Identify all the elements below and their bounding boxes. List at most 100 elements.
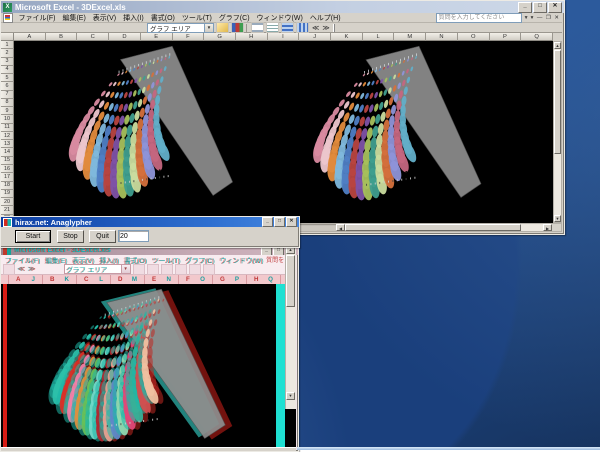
chart-objects-combo[interactable]: グラフ エリア ▼: [147, 23, 214, 33]
combo-dropdown-icon[interactable]: ▼: [121, 265, 130, 273]
vertical-scroll-thumb[interactable]: [286, 255, 295, 307]
by-column-icon[interactable]: [203, 264, 215, 275]
row-header-15[interactable]: 15: [1, 157, 14, 165]
workbook-window-buttons[interactable]: ▾ — ❐ ✕: [531, 15, 560, 21]
by-row-icon[interactable]: [189, 264, 201, 275]
format-selection-icon[interactable]: [133, 264, 145, 275]
column-header-pair[interactable]: FO: [179, 275, 213, 284]
column-header-C[interactable]: C: [77, 33, 109, 41]
column-header-pair[interactable]: EN: [145, 275, 179, 284]
minimize-button[interactable]: _: [518, 2, 532, 13]
row-header-16[interactable]: 16: [1, 165, 14, 173]
start-button[interactable]: Start: [15, 230, 51, 243]
vertical-scrollbar[interactable]: ▲ ▼: [285, 246, 296, 409]
format-selection-icon[interactable]: [216, 22, 229, 33]
column-header-O[interactable]: O: [458, 33, 490, 41]
row-header-8[interactable]: 8: [1, 99, 14, 107]
column-header-E[interactable]: E: [141, 33, 173, 41]
select-all-corner[interactable]: [1, 33, 14, 41]
row-header-21[interactable]: 21: [1, 206, 14, 214]
column-header-D[interactable]: D: [109, 33, 141, 41]
row-header-10[interactable]: 10: [1, 115, 14, 123]
scroll-right-icon[interactable]: ▶: [543, 224, 552, 231]
toolbar-grip[interactable]: [333, 24, 336, 32]
question-dropdown-icon[interactable]: ▼: [524, 15, 529, 21]
sheet-grid[interactable]: [14, 41, 553, 223]
close-button[interactable]: ✕: [548, 2, 562, 13]
column-header-M[interactable]: M: [394, 33, 426, 41]
by-column-icon[interactable]: [296, 22, 309, 33]
column-header-pair[interactable]: CL: [77, 275, 111, 284]
row-header-7[interactable]: 7: [1, 91, 14, 99]
column-header-F[interactable]: F: [173, 33, 205, 41]
vertical-scrollbar[interactable]: ▲ ▼: [553, 41, 562, 223]
by-row-icon[interactable]: [281, 22, 294, 33]
column-header-G[interactable]: G: [204, 33, 236, 41]
maximize-button[interactable]: □: [533, 2, 547, 13]
menu-item[interactable]: 挿入(I): [97, 255, 122, 265]
horizontal-scroll-track[interactable]: [521, 224, 543, 231]
menu-item[interactable]: 編集(E): [59, 13, 89, 23]
menu-item[interactable]: 挿入(I): [120, 13, 148, 23]
row-header-5[interactable]: 5: [1, 74, 14, 82]
column-header-L[interactable]: L: [363, 33, 395, 41]
row-header-6[interactable]: 6: [1, 82, 14, 90]
menu-item[interactable]: ヘルプ(H): [306, 13, 344, 23]
chart-type-icon[interactable]: [231, 22, 244, 33]
column-header-J[interactable]: J: [299, 33, 331, 41]
column-header-pair[interactable]: AJ: [9, 275, 43, 284]
row-header-12[interactable]: 12: [1, 132, 14, 140]
row-header-1[interactable]: 1: [1, 41, 14, 49]
angle-up-text-icon[interactable]: ≫: [322, 24, 329, 32]
row-header-20[interactable]: 20: [1, 198, 14, 206]
row-header-17[interactable]: 17: [1, 173, 14, 181]
row-header-13[interactable]: 13: [1, 140, 14, 148]
stereo-chart-left[interactable]: [62, 43, 257, 201]
select-all-corner[interactable]: [1, 275, 9, 284]
angle-down-text-icon[interactable]: ≪: [312, 24, 319, 32]
row-header-11[interactable]: 11: [1, 124, 14, 132]
question-box[interactable]: 質問を入力してください: [266, 255, 284, 264]
close-button[interactable]: ✕: [286, 217, 297, 227]
frames-input[interactable]: [118, 230, 149, 242]
menu-item[interactable]: 表示(V): [70, 255, 97, 265]
column-header-pair[interactable]: HQ: [247, 275, 281, 284]
row-header-14[interactable]: 14: [1, 148, 14, 156]
vertical-scroll-thumb[interactable]: [554, 50, 561, 154]
row-header-19[interactable]: 19: [1, 190, 14, 198]
chart-type-icon[interactable]: [147, 264, 159, 275]
maximize-button[interactable]: □: [274, 217, 285, 227]
menu-item[interactable]: ファイル(F): [15, 13, 59, 23]
menu-item[interactable]: ウィンドウ(W): [217, 255, 266, 265]
menu-item[interactable]: グラフ(C): [215, 13, 253, 23]
column-header-Q[interactable]: Q: [521, 33, 553, 41]
scroll-down-icon[interactable]: ▼: [286, 392, 295, 400]
horizontal-scroll-thumb[interactable]: [345, 224, 521, 231]
stop-button[interactable]: Stop: [57, 230, 84, 243]
column-header-B[interactable]: B: [46, 33, 78, 41]
menu-item[interactable]: 編集(E): [43, 255, 70, 265]
legend-icon[interactable]: [161, 264, 173, 275]
legend-icon[interactable]: [251, 22, 264, 33]
column-header-pair[interactable]: DM: [111, 275, 145, 284]
sheet-grid[interactable]: [1, 284, 296, 447]
column-header-H[interactable]: H: [236, 33, 268, 41]
row-header-18[interactable]: 18: [1, 182, 14, 190]
combo-dropdown-icon[interactable]: ▼: [204, 24, 213, 32]
scroll-left-icon[interactable]: ◀: [336, 224, 345, 231]
column-header-I[interactable]: I: [268, 33, 300, 41]
menu-item[interactable]: ウィンドウ(W): [253, 13, 306, 23]
column-header-A[interactable]: A: [14, 33, 46, 41]
quit-button[interactable]: Quit: [89, 230, 116, 243]
anaglyph-chart[interactable]: [45, 286, 251, 444]
data-table-icon[interactable]: [175, 264, 187, 275]
minimize-button[interactable]: _: [262, 217, 273, 227]
row-header-9[interactable]: 9: [1, 107, 14, 115]
column-header-pair[interactable]: GP: [213, 275, 247, 284]
row-header-3[interactable]: 3: [1, 58, 14, 66]
stereo-chart-right[interactable]: [306, 43, 506, 203]
column-header-N[interactable]: N: [426, 33, 458, 41]
question-box[interactable]: 質問を入力してください: [436, 13, 522, 23]
data-table-icon[interactable]: [266, 22, 279, 33]
angle-up-text-icon[interactable]: ≫: [28, 265, 35, 273]
